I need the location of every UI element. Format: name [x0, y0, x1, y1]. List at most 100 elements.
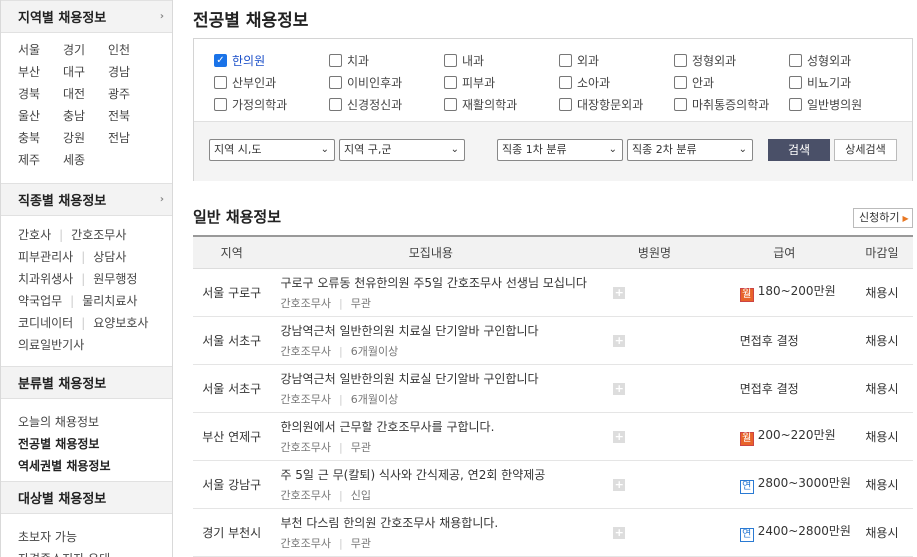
major-checkbox-item[interactable]: 성형외과: [789, 51, 904, 70]
job-link[interactable]: 상담사: [93, 250, 126, 264]
job-link[interactable]: 원무행정: [93, 272, 137, 286]
region-link[interactable]: 경북: [18, 85, 63, 104]
checkbox[interactable]: [559, 54, 572, 67]
plus-icon[interactable]: +: [613, 479, 626, 491]
plus-icon[interactable]: +: [613, 287, 626, 299]
region-link[interactable]: 세종: [63, 151, 108, 170]
checkbox[interactable]: [789, 98, 802, 111]
job-link[interactable]: 간호사: [18, 228, 51, 242]
plus-icon[interactable]: +: [613, 527, 626, 539]
checkbox[interactable]: [674, 54, 687, 67]
region-link[interactable]: 전북: [108, 107, 153, 126]
checkbox-checked[interactable]: ✓: [214, 54, 227, 67]
job-link[interactable]: 피부관리사: [18, 250, 73, 264]
major-checkbox-item[interactable]: ✓ 한의원: [214, 51, 329, 70]
region-section-header[interactable]: 지역별 채용정보 ›: [1, 0, 172, 33]
row-content[interactable]: 구로구 오류동 천유한의원 주5일 간호조무사 선생님 모십니다 간호조무사 | 무관: [270, 268, 592, 317]
checkbox[interactable]: [789, 54, 802, 67]
major-checkbox-item[interactable]: 안과: [674, 73, 789, 92]
major-checkbox-item[interactable]: 신경정신과: [329, 95, 444, 114]
major-checkbox-item[interactable]: 이비인후과: [329, 73, 444, 92]
gugun-select[interactable]: 지역 구,군 ⌄: [339, 139, 465, 161]
table-row[interactable]: 서울 구로구 구로구 오류동 천유한의원 주5일 간호조무사 선생님 모십니다 간호…: [193, 268, 913, 317]
region-link[interactable]: 경기: [63, 41, 108, 60]
job-link[interactable]: 코디네이터: [18, 316, 73, 330]
checkbox[interactable]: [214, 76, 227, 89]
table-row[interactable]: 경기 부천시 부천 다스림 한의원 간호조무사 채용합니다. 간호조무사 | 무관 + 연 2…: [193, 508, 913, 557]
row-content[interactable]: 주 5일 근 무(칼퇴) 식사와 간식제공, 연2회 한약제공 간호조무사 | 신입: [270, 460, 592, 509]
job2-select[interactable]: 직종 2차 분류 ⌄: [627, 139, 753, 161]
plus-icon[interactable]: +: [613, 431, 626, 443]
sido-select[interactable]: 지역 시,도 ⌄: [209, 139, 335, 161]
checkbox[interactable]: [559, 98, 572, 111]
checkbox[interactable]: [444, 76, 457, 89]
major-checkbox-item[interactable]: 외과: [559, 51, 674, 70]
job-section-header[interactable]: 직종별 채용정보 ›: [1, 183, 172, 216]
major-checkbox-item[interactable]: 산부인과: [214, 73, 329, 92]
region-link[interactable]: 강원: [63, 129, 108, 148]
region-link[interactable]: 서울: [18, 41, 63, 60]
table-row[interactable]: 부산 연제구 한의원에서 근무할 간호조무사를 구합니다. 간호조무사 | 무관 + 월 20…: [193, 412, 913, 461]
target-link[interactable]: 초보자 가능: [18, 526, 172, 548]
row-content[interactable]: 강남역근처 일반한의원 치료실 단기알바 구인합니다 간호조무사 | 6개월이상: [270, 364, 592, 413]
job-link[interactable]: 물리치료사: [82, 294, 137, 308]
major-checkbox-item[interactable]: 비뇨기과: [789, 73, 904, 92]
major-checkbox-item[interactable]: 피부과: [444, 73, 559, 92]
region-link[interactable]: 광주: [108, 85, 153, 104]
plus-icon[interactable]: +: [613, 335, 626, 347]
detail-search-button[interactable]: 상세검색: [834, 139, 897, 161]
row-title-link[interactable]: 강남역근처 일반한의원 치료실 단기알바 구인합니다: [280, 322, 591, 339]
region-link[interactable]: 충남: [63, 107, 108, 126]
major-checkbox-item[interactable]: 대장항문외과: [559, 95, 674, 114]
region-link[interactable]: 인천: [108, 41, 153, 60]
apply-button[interactable]: 신청하기 ▶: [853, 208, 913, 228]
region-link[interactable]: 부산: [18, 63, 63, 82]
job-link[interactable]: 약국업무: [18, 294, 62, 308]
region-link[interactable]: 충북: [18, 129, 63, 148]
major-checkbox-item[interactable]: 재활의학과: [444, 95, 559, 114]
region-link[interactable]: 제주: [18, 151, 63, 170]
table-row[interactable]: 서울 서초구 강남역근처 일반한의원 치료실 단기알바 구인합니다 간호조무사 | 6개…: [193, 316, 913, 365]
row-content[interactable]: 강남역근처 일반한의원 치료실 단기알바 구인합니다 간호조무사 | 6개월이상: [270, 316, 592, 365]
checkbox[interactable]: [789, 76, 802, 89]
checkbox[interactable]: [674, 76, 687, 89]
table-row[interactable]: 서울 강남구 주 5일 근 무(칼퇴) 식사와 간식제공, 연2회 한약제공 간호조…: [193, 460, 913, 509]
job-link[interactable]: 요양보호사: [93, 316, 148, 330]
checkbox[interactable]: [329, 98, 342, 111]
region-link[interactable]: 경남: [108, 63, 153, 82]
target-link[interactable]: 자격증소지자 우대: [18, 548, 172, 557]
major-checkbox-item[interactable]: 마취통증의학과: [674, 95, 789, 114]
category-link[interactable]: 역세권별 채용정보: [18, 455, 172, 477]
major-checkbox-item[interactable]: 치과: [329, 51, 444, 70]
checkbox[interactable]: [444, 98, 457, 111]
checkbox[interactable]: [214, 98, 227, 111]
row-title-link[interactable]: 강남역근처 일반한의원 치료실 단기알바 구인합니다: [280, 370, 591, 387]
region-link[interactable]: 대구: [63, 63, 108, 82]
checkbox[interactable]: [674, 98, 687, 111]
job1-select[interactable]: 직종 1차 분류 ⌄: [497, 139, 623, 161]
checkbox[interactable]: [559, 76, 572, 89]
region-link[interactable]: 울산: [18, 107, 63, 126]
category-link[interactable]: 오늘의 채용정보: [18, 411, 172, 433]
table-row[interactable]: 서울 서초구 강남역근처 일반한의원 치료실 단기알바 구인합니다 간호조무사 | 6개…: [193, 364, 913, 413]
row-content[interactable]: 부천 다스림 한의원 간호조무사 채용합니다. 간호조무사 | 무관: [270, 508, 592, 557]
checkbox[interactable]: [444, 54, 457, 67]
major-checkbox-item[interactable]: 일반병의원: [789, 95, 904, 114]
search-button[interactable]: 검색: [768, 139, 830, 161]
job-link[interactable]: 치과위생사: [18, 272, 73, 286]
row-title-link[interactable]: 부천 다스림 한의원 간호조무사 채용합니다.: [280, 514, 591, 531]
row-title-link[interactable]: 한의원에서 근무할 간호조무사를 구합니다.: [280, 418, 591, 435]
job-link[interactable]: 간호조무사: [71, 228, 126, 242]
row-content[interactable]: 한의원에서 근무할 간호조무사를 구합니다. 간호조무사 | 무관: [270, 412, 592, 461]
major-checkbox-item[interactable]: 소아과: [559, 73, 674, 92]
checkbox[interactable]: [329, 76, 342, 89]
plus-icon[interactable]: +: [613, 383, 626, 395]
region-link[interactable]: 전남: [108, 129, 153, 148]
row-title-link[interactable]: 주 5일 근 무(칼퇴) 식사와 간식제공, 연2회 한약제공: [280, 466, 591, 483]
major-checkbox-item[interactable]: 가정의학과: [214, 95, 329, 114]
major-checkbox-item[interactable]: 정형외과: [674, 51, 789, 70]
category-link[interactable]: 전공별 채용정보: [18, 433, 172, 455]
major-checkbox-item[interactable]: 내과: [444, 51, 559, 70]
checkbox[interactable]: [329, 54, 342, 67]
region-link[interactable]: 대전: [63, 85, 108, 104]
